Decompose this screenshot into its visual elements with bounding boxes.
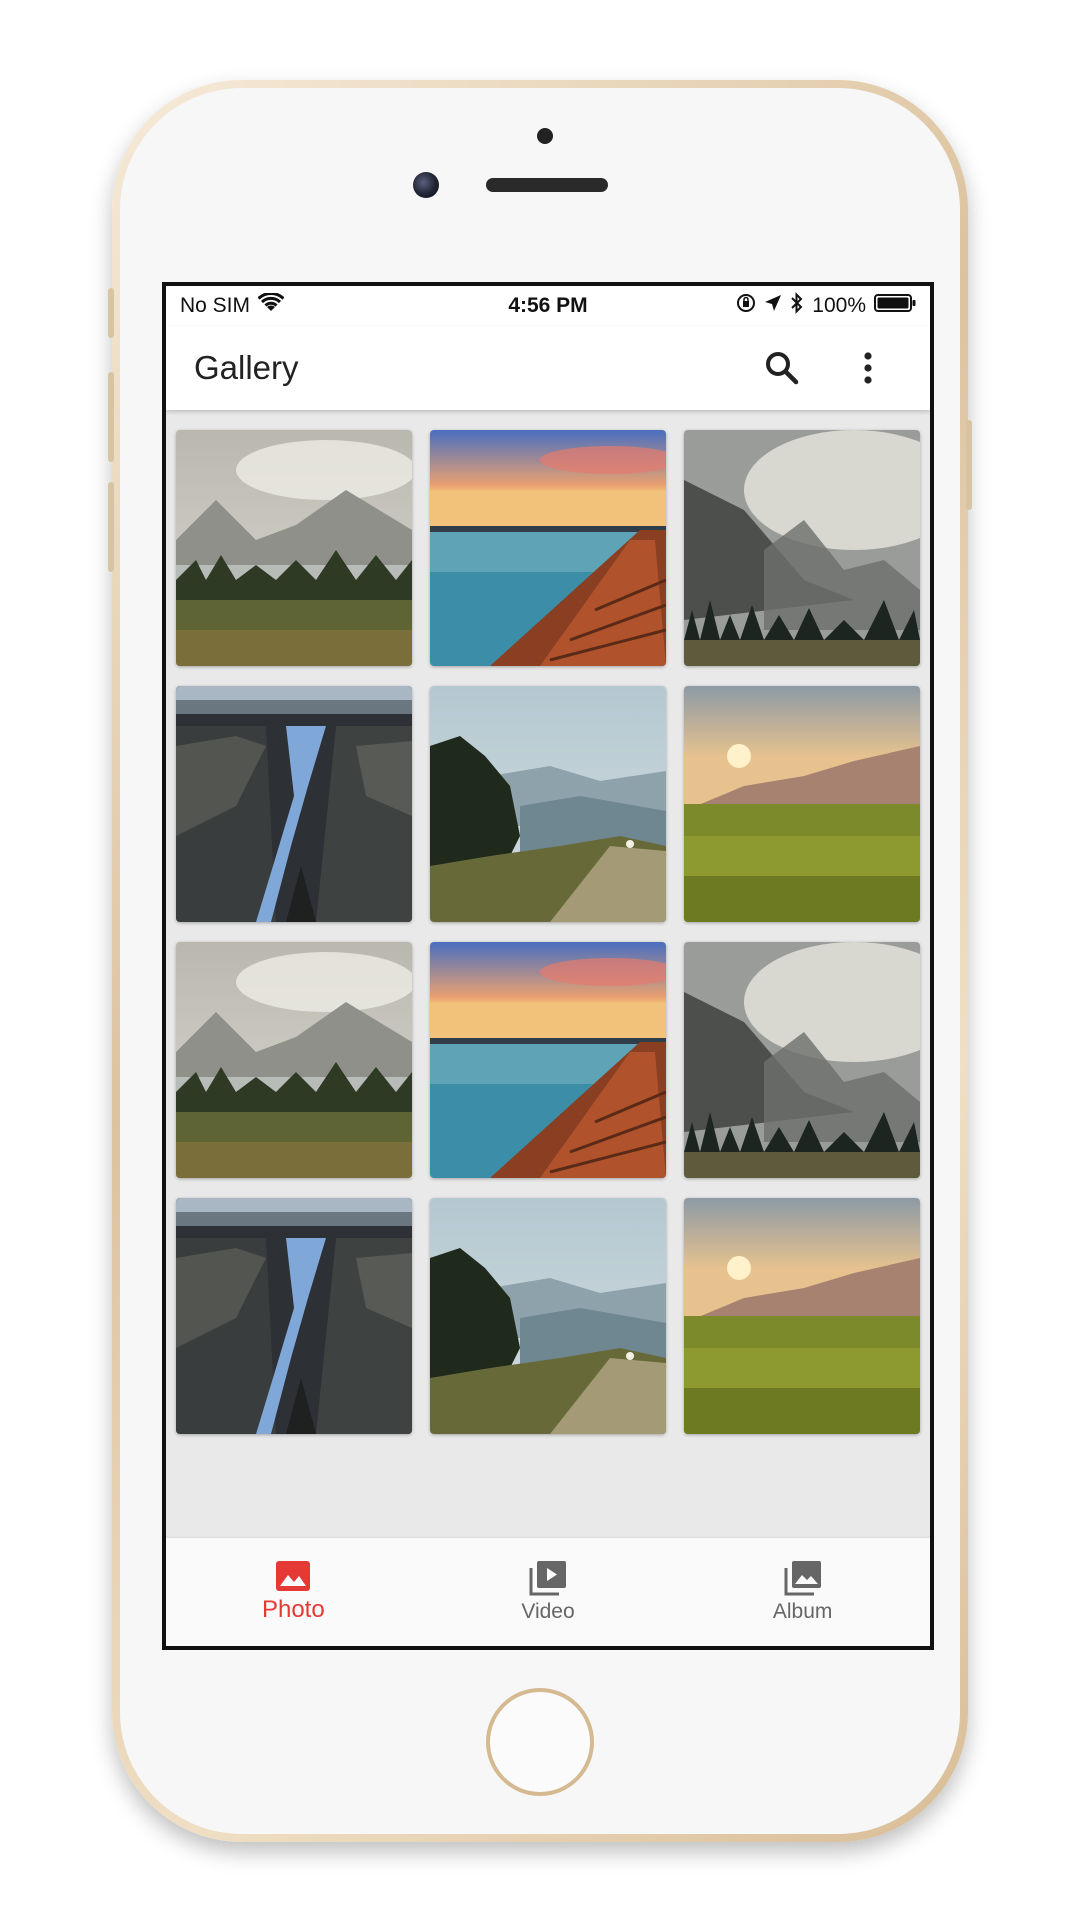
bottom-navigation: Photo Video Album — [166, 1538, 930, 1646]
photo-thumbnail-river-canyon[interactable] — [176, 686, 412, 922]
page-title: Gallery — [194, 349, 299, 386]
photo-library-icon — [784, 1561, 821, 1596]
status-bar: No SIM 4:56 PM 100% — [166, 286, 930, 326]
search-button[interactable] — [758, 344, 806, 392]
photo-thumbnail-hillside-trees-valley[interactable] — [430, 686, 666, 922]
wifi-icon — [257, 291, 285, 319]
phone-screen: No SIM 4:56 PM 100% Gallery Photo Video … — [162, 282, 934, 1650]
photo-thumbnail-hillside-trees-valley[interactable] — [430, 1198, 666, 1434]
orientation-lock-icon — [736, 293, 756, 319]
photo-thumbnail-pier-sunset-lake[interactable] — [430, 430, 666, 666]
photo-icon — [276, 1561, 311, 1591]
photo-thumbnail-sunset-meadow[interactable] — [684, 1198, 920, 1434]
photo-thumbnail-misty-lake-mountains[interactable] — [176, 430, 412, 666]
more-options-button[interactable] — [844, 344, 892, 392]
nav-label-photo: Photo — [261, 1596, 325, 1623]
photo-thumbnail-foggy-mountain-forest[interactable] — [684, 430, 920, 666]
battery-icon — [874, 293, 916, 319]
volume-up-button — [108, 372, 114, 462]
proximity-sensor — [537, 128, 553, 144]
nav-item-video[interactable]: Video — [468, 1560, 628, 1624]
photo-thumbnail-foggy-mountain-forest[interactable] — [684, 942, 920, 1178]
volume-down-button — [108, 482, 114, 572]
video-library-icon — [529, 1561, 566, 1596]
nav-label-video: Video — [521, 1600, 575, 1623]
location-arrow-icon — [764, 294, 782, 318]
home-button[interactable] — [486, 1688, 594, 1796]
nav-item-album[interactable]: Album — [723, 1560, 883, 1624]
power-button — [966, 420, 972, 510]
photo-thumbnail-sunset-meadow[interactable] — [684, 686, 920, 922]
bluetooth-icon — [790, 292, 804, 320]
carrier-text: No SIM — [180, 294, 251, 317]
nav-item-photo[interactable]: Photo — [213, 1560, 373, 1624]
photo-thumbnail-misty-lake-mountains[interactable] — [176, 942, 412, 1178]
battery-text: 100% — [812, 294, 866, 317]
photo-thumbnail-river-canyon[interactable] — [176, 1198, 412, 1434]
app-bar: Gallery — [166, 326, 930, 410]
nav-label-album: Album — [772, 1600, 833, 1623]
photo-thumbnail-pier-sunset-lake[interactable] — [430, 942, 666, 1178]
earpiece-speaker — [486, 178, 608, 192]
more-vert-icon — [864, 352, 872, 384]
mute-switch — [108, 288, 114, 338]
front-camera — [413, 172, 439, 198]
search-icon — [766, 352, 799, 385]
photo-grid — [176, 430, 924, 1434]
